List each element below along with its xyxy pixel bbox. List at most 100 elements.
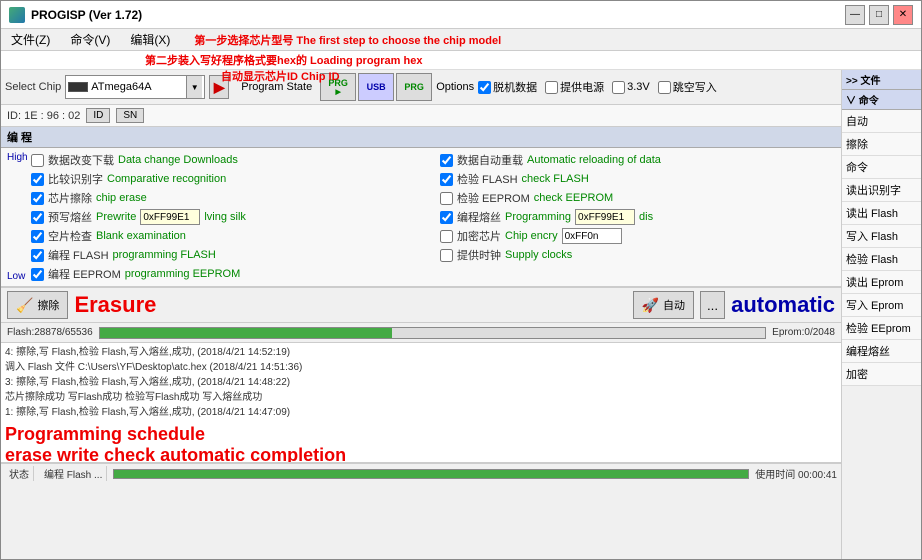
chip-dropdown-arrow[interactable]: ▼ <box>186 76 202 98</box>
cb-prog-eeprom-input[interactable] <box>31 268 44 281</box>
id-text: ID: 1E : 96 : 02 <box>7 110 80 122</box>
main-area: Select Chip 自动显示芯片ID Chip ID ATmega64A ▼… <box>1 70 921 559</box>
prog-label-usb: USB <box>367 82 386 92</box>
window-controls: — □ ✕ <box>845 5 913 25</box>
opt-checkbox-3[interactable] <box>612 81 625 94</box>
status-state: 状态 <box>5 466 34 481</box>
cb-supply-clock-input[interactable] <box>440 249 453 262</box>
cb-data-change-input[interactable] <box>31 154 44 167</box>
cb-prog-fuse[interactable]: 编程熔丝 Programming dis <box>440 209 835 225</box>
sn-button[interactable]: SN <box>116 108 144 123</box>
prog-sub-1: ▶ <box>335 88 340 96</box>
section-title: 编 程 <box>7 132 32 144</box>
sidebar-verify-flash[interactable]: 检验 Flash <box>842 248 921 271</box>
sidebar-file-label: >> 文件 <box>846 72 880 87</box>
menu-edit[interactable]: 编辑(X) <box>124 29 176 50</box>
status-bar: 状态 编程 Flash ... 使用时间 00:00:41 <box>1 463 841 483</box>
cb-prewrite-fuse-input[interactable] <box>31 211 44 224</box>
cb-verify-flash-input[interactable] <box>440 173 453 186</box>
opt-label-4: 跳空写入 <box>673 79 717 95</box>
cb-compare[interactable]: 比较识别字 Comparative recognition <box>31 171 426 187</box>
encrypt-hex-input[interactable] <box>562 228 622 244</box>
right-options-col: 数据自动重载 Automatic reloading of data 检验 FL… <box>440 152 835 282</box>
log-line-3: 3: 擦除,写 Flash,检验 Flash,写入熔丝,成功, (2018/4/… <box>5 375 837 390</box>
cb-prog-flash[interactable]: 编程 FLASH programming FLASH <box>31 247 426 263</box>
cb-encrypt-chip-input[interactable] <box>440 230 453 243</box>
prog-fuse-hex-input[interactable] <box>575 209 635 225</box>
id-button[interactable]: ID <box>86 108 110 123</box>
title-bar: PROGISP (Ver 1.72) — □ ✕ <box>1 1 921 29</box>
auto-button[interactable]: 🚀 自动 <box>633 291 694 319</box>
cb-verify-eeprom[interactable]: 检验 EEPROM check EEPROM <box>440 190 835 206</box>
opt-cb-1[interactable]: 脱机数据 <box>478 79 537 95</box>
cb-prog-flash-input[interactable] <box>31 249 44 262</box>
cb-prog-fuse-input[interactable] <box>440 211 453 224</box>
log-area[interactable]: 4: 擦除,写 Flash,检验 Flash,写入熔丝,成功, (2018/4/… <box>1 343 841 463</box>
annotation-line1: 第一步选择芯片型号 The first step to choose the c… <box>194 32 501 48</box>
options-checkboxes: 脱机数据 提供电源 3.3V 跳空写入 <box>478 79 717 95</box>
cb-data-change[interactable]: 数据改变下载 Data change Downloads <box>31 152 426 168</box>
cb-prewrite-fuse[interactable]: 预写熔丝 Prewrite lving silk <box>31 209 426 225</box>
prewrite-hex-input[interactable] <box>140 209 200 225</box>
cb-prog-eeprom[interactable]: 编程 EEPROM programming EEPROM <box>31 266 426 282</box>
close-button[interactable]: ✕ <box>893 5 913 25</box>
opt-label-1: 脱机数据 <box>493 79 537 95</box>
app-icon <box>9 7 25 23</box>
prog-label-2: PRG <box>404 82 424 92</box>
eprom-progress-label: Eprom:0/2048 <box>772 327 835 338</box>
menu-command[interactable]: 命令(V) <box>64 29 116 50</box>
log-line-4: 芯片擦除成功 写Flash成功 检验写Flash成功 写入熔丝成功 <box>5 390 837 405</box>
left-panel: Select Chip 自动显示芯片ID Chip ID ATmega64A ▼… <box>1 70 841 559</box>
cb-auto-reload-input[interactable] <box>440 154 453 167</box>
sidebar-verify-eeprom[interactable]: 检验 EEprom <box>842 317 921 340</box>
cb-auto-reload[interactable]: 数据自动重载 Automatic reloading of data <box>440 152 835 168</box>
automatic-big-text: automatic <box>731 292 835 318</box>
log-line-5: 1: 擦除,写 Flash,检验 Flash,写入熔丝,成功, (2018/4/… <box>5 405 837 420</box>
cb-chip-erase[interactable]: 芯片擦除 chip erase <box>31 190 426 206</box>
cb-compare-input[interactable] <box>31 173 44 186</box>
opt-cb-3[interactable]: 3.3V <box>612 81 650 94</box>
opt-checkbox-1[interactable] <box>478 81 491 94</box>
sidebar-erase[interactable]: 擦除 <box>842 133 921 156</box>
opt-label-3: 3.3V <box>627 81 650 93</box>
sidebar-write-eprom[interactable]: 写入 Eprom <box>842 294 921 317</box>
auto-label: 自动 <box>663 297 685 313</box>
status-progress-bar <box>113 469 749 479</box>
log-line-2: 调入 Flash 文件 C:\Users\YF\Desktop\atc.hex … <box>5 360 837 375</box>
opt-checkbox-4[interactable] <box>658 81 671 94</box>
cb-supply-clock[interactable]: 提供时钟 Supply clocks <box>440 247 835 263</box>
prog-button-usb[interactable]: USB <box>358 73 394 101</box>
cb-blank-check-input[interactable] <box>31 230 44 243</box>
level-labels: High Low <box>7 152 27 282</box>
cb-verify-eeprom-input[interactable] <box>440 192 453 205</box>
sidebar-prog-fuse[interactable]: 编程熔丝 <box>842 340 921 363</box>
sidebar-read-eprom[interactable]: 读出 Eprom <box>842 271 921 294</box>
sidebar-command-header: ∨ 命令 <box>842 90 921 110</box>
log-line-1: 4: 擦除,写 Flash,检验 Flash,写入熔丝,成功, (2018/4/… <box>5 345 837 360</box>
menu-file[interactable]: 文件(Z) <box>5 29 56 50</box>
opt-cb-4[interactable]: 跳空写入 <box>658 79 717 95</box>
sidebar-write-flash[interactable]: 写入 Flash <box>842 225 921 248</box>
cb-blank-check[interactable]: 空片检查 Blank examination <box>31 228 426 244</box>
progress-bar-container <box>99 327 767 339</box>
section-header: 编 程 <box>1 127 841 148</box>
sidebar-encrypt[interactable]: 加密 <box>842 363 921 386</box>
prog-button-2[interactable]: PRG <box>396 73 432 101</box>
sidebar-read-id[interactable]: 读出识别字 <box>842 179 921 202</box>
chip-select[interactable]: ATmega64A ▼ <box>65 75 205 99</box>
opt-cb-2[interactable]: 提供电源 <box>545 79 604 95</box>
sidebar-read-flash[interactable]: 读出 Flash <box>842 202 921 225</box>
opt-checkbox-2[interactable] <box>545 81 558 94</box>
erase-write-check-text: erase write check automatic completion <box>5 445 837 463</box>
dots-button[interactable]: ... <box>700 291 725 319</box>
progress-bar-row: Flash:28878/65536 Eprom:0/2048 <box>1 323 841 343</box>
erase-button[interactable]: 🧹 擦除 <box>7 291 68 319</box>
erase-icon: 🧹 <box>16 297 33 314</box>
cb-chip-erase-input[interactable] <box>31 192 44 205</box>
minimize-button[interactable]: — <box>845 5 865 25</box>
cb-verify-flash[interactable]: 检验 FLASH check FLASH <box>440 171 835 187</box>
cb-encrypt-chip[interactable]: 加密芯片 Chip encry <box>440 228 835 244</box>
maximize-button[interactable]: □ <box>869 5 889 25</box>
sidebar-cmd[interactable]: 命令 <box>842 156 921 179</box>
sidebar-auto[interactable]: 自动 <box>842 110 921 133</box>
